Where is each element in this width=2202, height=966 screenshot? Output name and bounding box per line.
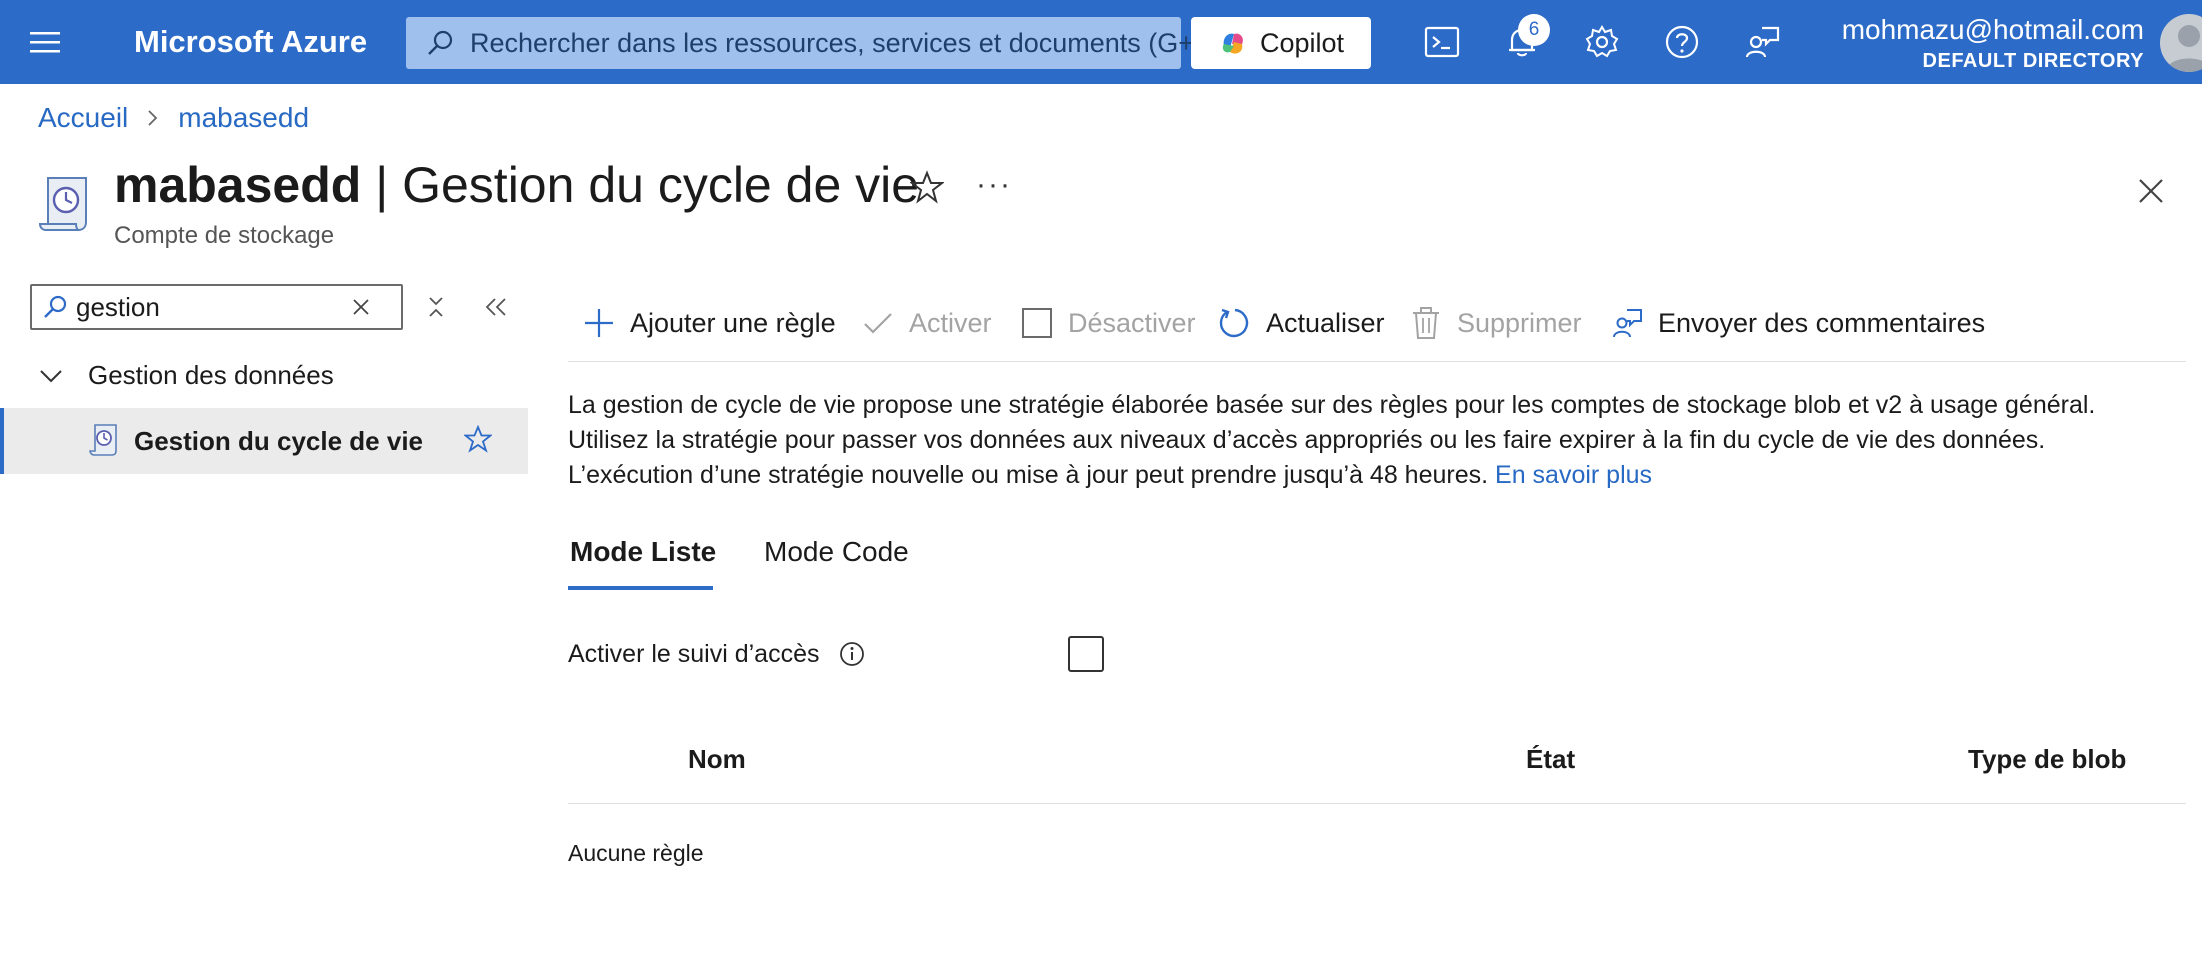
title-separator: | <box>361 157 403 213</box>
trash-icon <box>1409 306 1443 340</box>
menu-group-data-management[interactable]: Gestion des données <box>38 360 334 391</box>
chevron-right-icon <box>144 107 162 129</box>
disable-button[interactable]: Désactiver <box>1020 306 1196 340</box>
clear-search-icon[interactable] <box>350 296 372 318</box>
global-search-input[interactable]: Rechercher dans les ressources, services… <box>406 17 1211 69</box>
collapse-menu-icon[interactable] <box>482 294 510 320</box>
brand-title[interactable]: Microsoft Azure <box>134 24 367 60</box>
lifecycle-icon <box>88 422 120 458</box>
learn-more-link[interactable]: En savoir plus <box>1495 461 1652 489</box>
copilot-label: Copilot <box>1259 27 1345 58</box>
disable-label: Désactiver <box>1068 307 1196 338</box>
menu-icon[interactable] <box>28 28 62 56</box>
more-options-button[interactable]: ··· <box>976 168 1012 202</box>
send-feedback-label: Envoyer des commentaires <box>1658 307 1986 338</box>
delete-label: Supprimer <box>1457 307 1582 338</box>
account-directory: DEFAULT DIRECTORY <box>1922 50 2144 72</box>
page-name: Gestion du cycle de vie <box>402 157 920 213</box>
search-placeholder: Rechercher dans les ressources, services… <box>470 27 1211 58</box>
access-tracking-checkbox[interactable] <box>1068 636 1104 672</box>
active-tab-indicator <box>568 586 713 590</box>
description-line: L’exécution d’une stratégie nouvelle ou … <box>568 461 1489 489</box>
menu-item-label: Gestion du cycle de vie <box>134 426 423 456</box>
avatar[interactable] <box>2160 14 2202 72</box>
menu-group-label: Gestion des données <box>88 360 334 390</box>
plus-icon <box>582 306 616 340</box>
view-mode-tabs: Mode Liste Mode Code <box>568 536 1168 594</box>
copilot-button[interactable]: Copilot <box>1191 17 1371 69</box>
check-icon <box>861 306 895 340</box>
favorite-star-icon[interactable] <box>910 170 944 204</box>
refresh-icon <box>1218 306 1252 340</box>
help-icon[interactable] <box>1662 22 1702 62</box>
description-line-with-link: L’exécution d’une stratégie nouvelle ou … <box>568 458 2188 493</box>
collapse-all-icon[interactable] <box>423 294 449 320</box>
lifecycle-description: La gestion de cycle de vie propose une s… <box>568 388 2188 493</box>
breadcrumb: Accueil mabasedd <box>38 102 309 134</box>
close-icon[interactable] <box>2134 174 2168 208</box>
menu-search-input[interactable] <box>76 291 346 323</box>
feedback-icon[interactable] <box>1742 22 1782 62</box>
column-header-state[interactable]: État <box>1526 744 1575 775</box>
info-icon[interactable] <box>838 640 866 668</box>
square-icon <box>1020 306 1054 340</box>
breadcrumb-resource-link[interactable]: mabasedd <box>178 102 309 134</box>
add-rule-button[interactable]: Ajouter une règle <box>582 306 836 340</box>
chevron-down-icon <box>38 367 64 385</box>
empty-table-message: Aucune règle <box>568 840 704 866</box>
resource-name: mabasedd <box>114 157 362 213</box>
description-line: La gestion de cycle de vie propose une s… <box>568 391 2096 419</box>
menu-search-box <box>30 284 403 330</box>
cloud-shell-icon[interactable] <box>1422 22 1462 62</box>
column-header-blob-type[interactable]: Type de blob <box>1968 744 2126 775</box>
access-tracking-label: Activer le suivi d’accès <box>568 640 820 668</box>
enable-button[interactable]: Activer <box>861 306 992 340</box>
column-header-name[interactable]: Nom <box>688 744 746 775</box>
feedback-icon <box>1610 306 1644 340</box>
gear-icon[interactable] <box>1582 22 1622 62</box>
tab-code-mode[interactable]: Mode Code <box>764 536 909 568</box>
search-icon <box>40 292 70 322</box>
delete-button[interactable]: Supprimer <box>1409 306 1582 340</box>
command-bar: Ajouter une règle Activer Désactiver Act… <box>568 296 2186 362</box>
page-title: mabasedd | Gestion du cycle de vie <box>114 156 919 214</box>
send-feedback-button[interactable]: Envoyer des commentaires <box>1610 306 1985 340</box>
add-rule-label: Ajouter une règle <box>630 307 836 338</box>
account-menu[interactable]: mohmazu@hotmail.com DEFAULT DIRECTORY <box>1842 14 2144 73</box>
notification-count-badge: 6 <box>1518 14 1550 46</box>
resource-type-subtitle: Compte de stockage <box>114 222 335 249</box>
description-line: Utilisez la stratégie pour passer vos do… <box>568 426 2046 454</box>
enable-label: Activer <box>909 307 992 338</box>
tab-list-mode[interactable]: Mode Liste <box>570 536 716 568</box>
account-email: mohmazu@hotmail.com <box>1841 14 2144 45</box>
breadcrumb-home-link[interactable]: Accueil <box>38 102 128 134</box>
lifecycle-resource-icon <box>36 172 96 234</box>
search-icon <box>426 29 454 57</box>
copilot-icon <box>1218 28 1248 58</box>
top-bar: Microsoft Azure Rechercher dans les ress… <box>0 0 2202 84</box>
menu-item-lifecycle-management[interactable]: Gestion du cycle de vie <box>0 408 528 474</box>
rules-table-header: Nom État Type de blob <box>568 730 2186 804</box>
refresh-button[interactable]: Actualiser <box>1218 306 1385 340</box>
refresh-label: Actualiser <box>1266 307 1385 338</box>
favorite-star-icon[interactable] <box>464 425 492 453</box>
